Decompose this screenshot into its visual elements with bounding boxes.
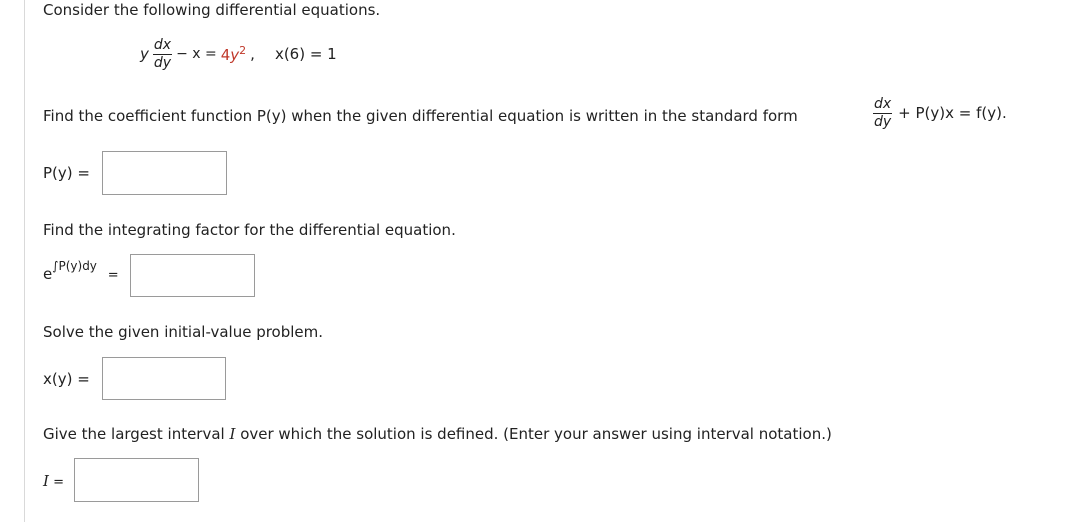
x-of-y-label: x(y) = bbox=[43, 370, 90, 388]
interval-label: I = bbox=[43, 472, 64, 490]
q2-prompt: Find the integrating factor for the diff… bbox=[43, 221, 456, 239]
equation-rhs: 4y2 bbox=[221, 44, 246, 64]
equation-comma: , bbox=[250, 45, 255, 64]
p-of-y-label: P(y) = bbox=[43, 164, 90, 182]
x-of-y-input[interactable] bbox=[102, 357, 226, 400]
integrating-factor-input[interactable] bbox=[130, 254, 255, 297]
q4-prompt: Give the largest interval I over which t… bbox=[43, 425, 832, 443]
equation-derivative: dx dy bbox=[152, 37, 173, 71]
differential-equation: y dx dy − x = 4y2, x(6) = 1 bbox=[140, 38, 337, 70]
q1-prompt: Find the coefficient function P(y) when … bbox=[43, 107, 798, 125]
equation-middle: − x = bbox=[176, 46, 217, 63]
q4-prompt-post: over which the solution is defined. (Ent… bbox=[235, 425, 832, 443]
if-base: e bbox=[43, 265, 53, 283]
interval-input[interactable] bbox=[74, 458, 199, 502]
interval-label-eq: = bbox=[48, 475, 64, 490]
q3-prompt: Solve the given initial-value problem. bbox=[43, 323, 324, 341]
std-frac-num: dx bbox=[874, 96, 892, 112]
initial-condition: x(6) = 1 bbox=[274, 45, 337, 64]
equation-lhs-var: y bbox=[140, 45, 149, 64]
integrating-factor-label: e∫P(y)dy = bbox=[43, 259, 119, 283]
equation-frac-num: dx bbox=[153, 37, 172, 53]
equation-rhs-coef: 4 bbox=[220, 46, 231, 65]
equation-rhs-var: y bbox=[230, 46, 240, 65]
if-exponent: ∫P(y)dy bbox=[52, 259, 97, 273]
equation-frac-den: dy bbox=[152, 53, 173, 71]
standard-form-rest: + P(y)x = f(y). bbox=[898, 104, 1007, 123]
intro-text: Consider the following differential equa… bbox=[43, 1, 381, 19]
equation-rhs-exp: 2 bbox=[239, 44, 247, 58]
if-equals: = bbox=[107, 268, 119, 283]
std-frac-den: dy bbox=[873, 112, 893, 130]
q4-prompt-pre: Give the largest interval bbox=[43, 425, 230, 443]
left-margin-rule bbox=[24, 0, 25, 522]
standard-form-derivative: dx dy bbox=[873, 96, 893, 130]
standard-form: dx dy + P(y)x = f(y). bbox=[873, 97, 1007, 129]
p-of-y-input[interactable] bbox=[102, 151, 227, 195]
